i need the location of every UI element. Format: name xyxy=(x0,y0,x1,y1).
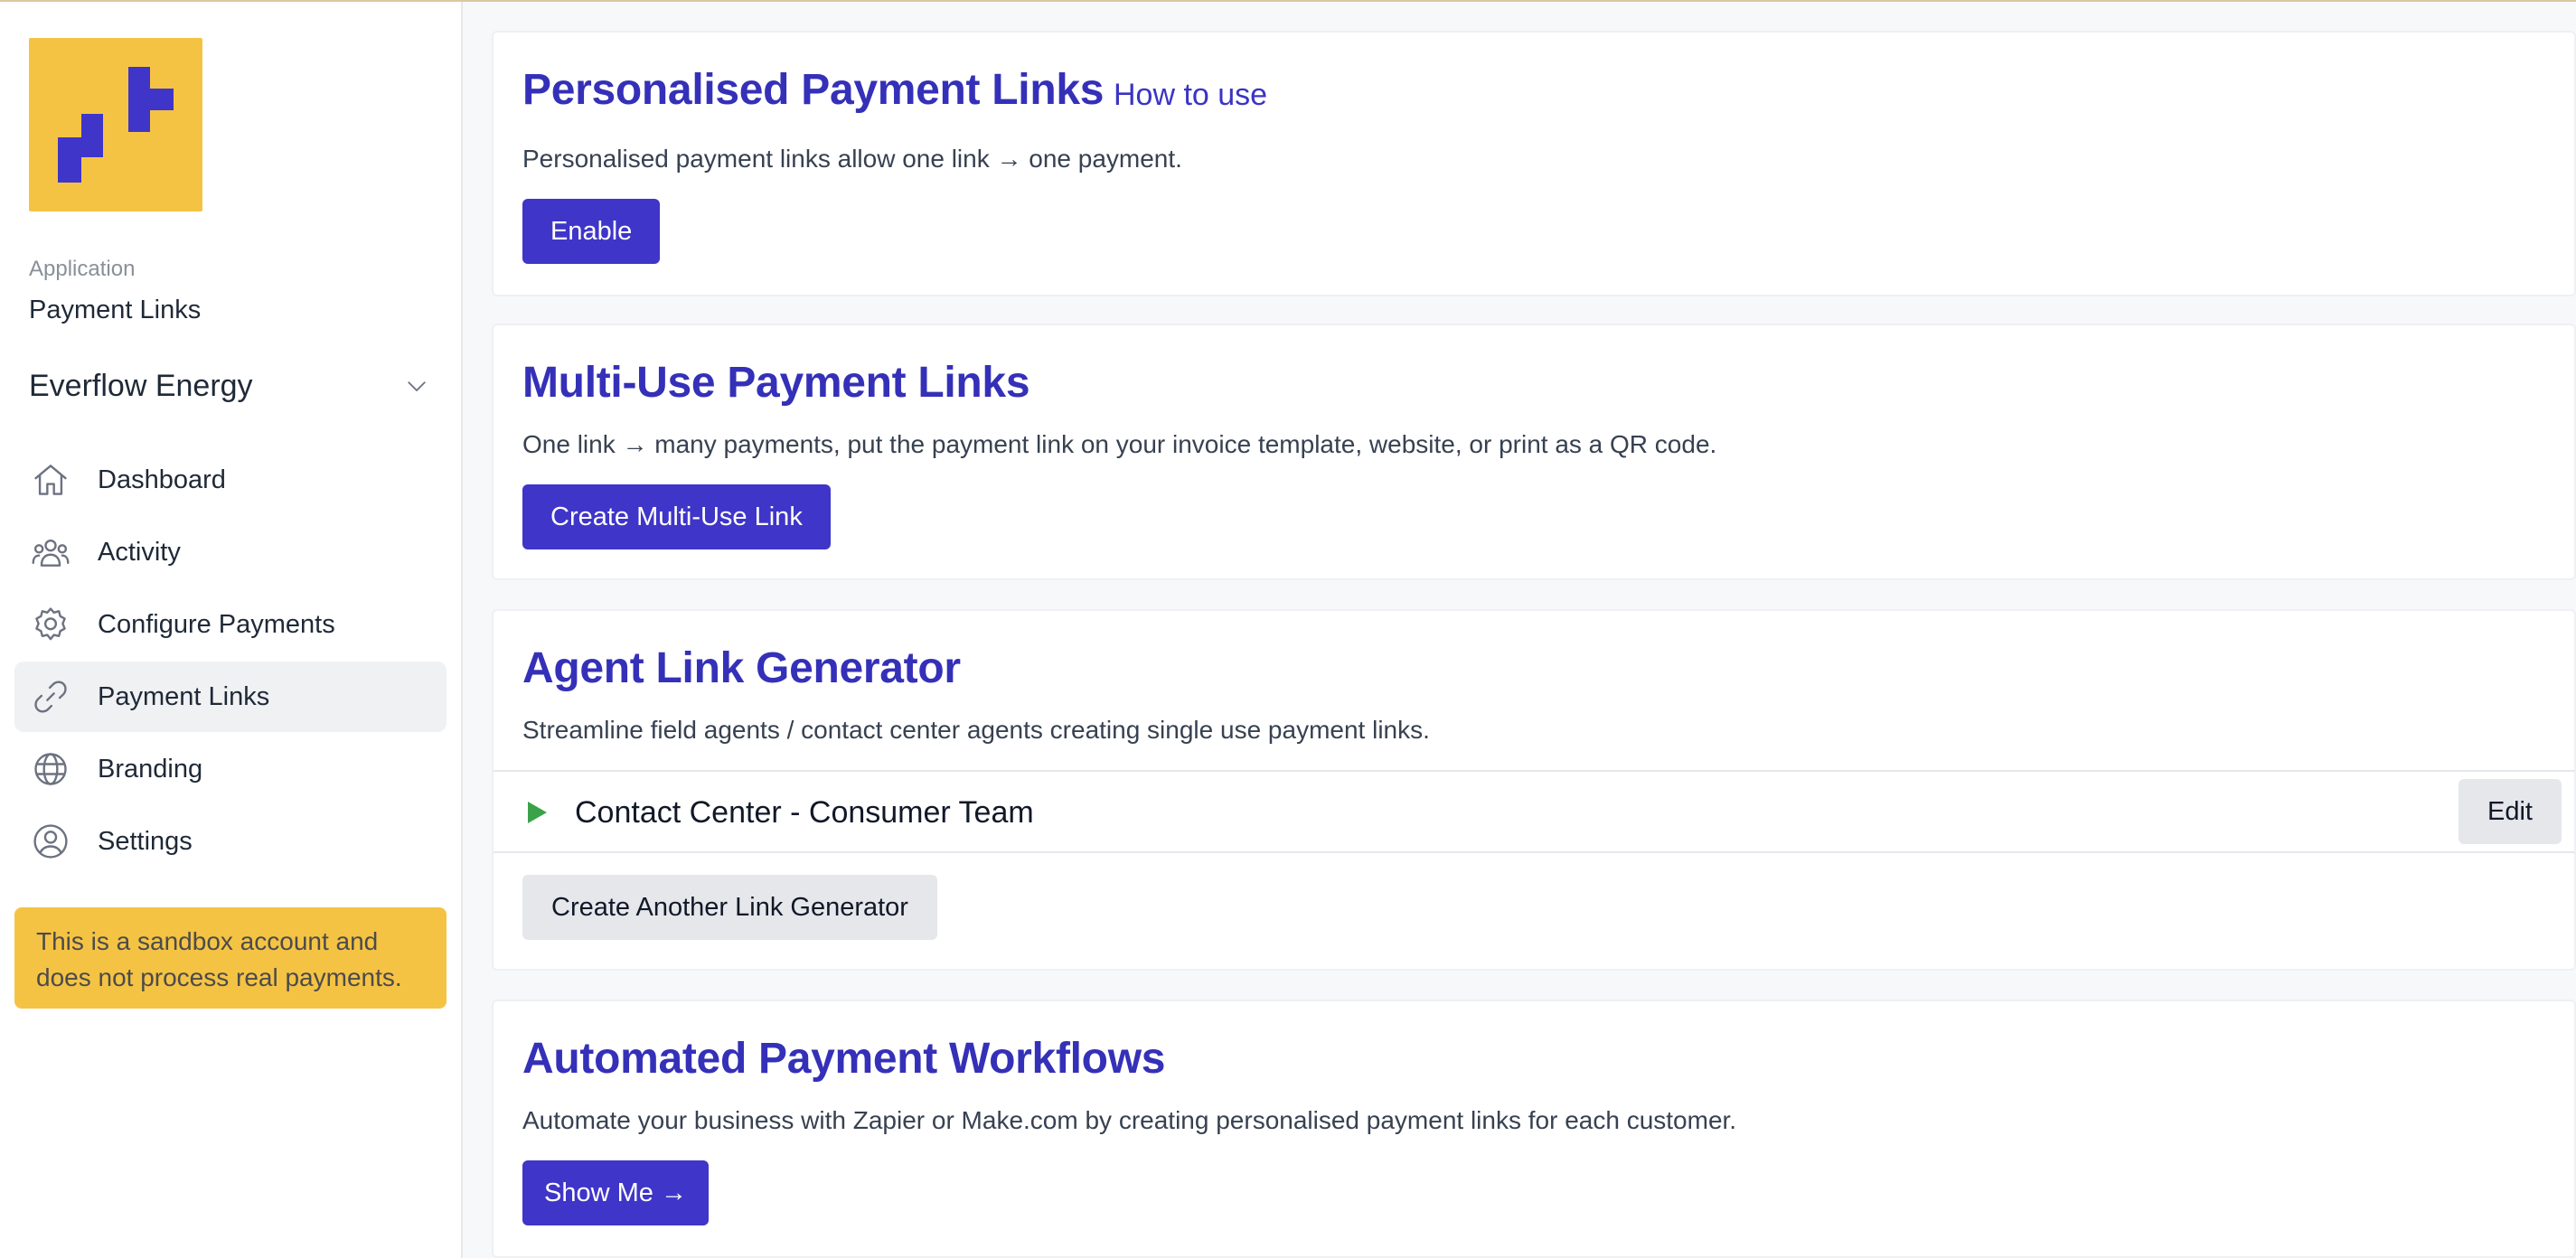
gear-icon xyxy=(35,607,66,641)
globe-icon xyxy=(34,753,67,785)
organization-selector[interactable]: Everflow Energy xyxy=(29,361,436,410)
link-generator-row[interactable]: Contact Center - Consumer Team Edit xyxy=(494,770,2574,853)
sidebar-item-activity[interactable]: Activity xyxy=(14,517,447,587)
sidebar-item-label: Dashboard xyxy=(98,465,226,494)
chevron-down-icon xyxy=(408,381,426,391)
app-logo[interactable] xyxy=(29,38,202,211)
personalised-links-description: Personalised payment links allow one lin… xyxy=(522,145,1182,173)
sidebar-item-configure-payments[interactable]: Configure Payments xyxy=(14,589,447,660)
sidebar-item-branding[interactable]: Branding xyxy=(14,734,447,804)
how-to-use-link[interactable]: How to use xyxy=(1114,78,1267,113)
personalised-links-card: Personalised Payment Links How to use Pe… xyxy=(492,31,2576,296)
automated-workflows-title: Automated Payment Workflows xyxy=(522,1035,1166,1083)
multi-use-links-description: One link → many payments, put the paymen… xyxy=(522,430,1717,458)
sidebar-item-label: Settings xyxy=(98,826,193,856)
sidebar-item-label: Configure Payments xyxy=(98,609,335,639)
sidebar-item-payment-links[interactable]: Payment Links xyxy=(14,662,447,732)
logo-mark-icon xyxy=(58,67,174,183)
sidebar-nav: Dashboard Activity Configure Payments Pa… xyxy=(14,445,447,878)
create-link-generator-button[interactable]: Create Another Link Generator xyxy=(522,875,937,940)
users-icon xyxy=(32,539,70,567)
edit-button[interactable]: Edit xyxy=(2458,779,2562,844)
sandbox-notice: This is a sandbox account and does not p… xyxy=(14,907,447,1009)
agent-link-generator-card: Agent Link Generator Streamline field ag… xyxy=(492,609,2576,971)
sidebar-item-dashboard[interactable]: Dashboard xyxy=(14,445,447,515)
user-circle-icon xyxy=(33,824,68,859)
app-caption: Application xyxy=(29,257,136,281)
link-icon xyxy=(34,681,67,713)
automated-workflows-description: Automate your business with Zapier or Ma… xyxy=(522,1106,1737,1134)
automated-workflows-card: Automated Payment Workflows Automate you… xyxy=(492,1000,2576,1258)
sidebar-item-label: Activity xyxy=(98,537,181,567)
sidebar-item-label: Payment Links xyxy=(98,681,270,711)
multi-use-links-card: Multi-Use Payment Links One link → many … xyxy=(492,324,2576,580)
multi-use-links-title: Multi-Use Payment Links xyxy=(522,359,1030,407)
app-name: Payment Links xyxy=(29,296,202,324)
organization-name: Everflow Energy xyxy=(29,368,253,403)
agent-link-generator-description: Streamline field agents / contact center… xyxy=(522,716,1430,744)
show-me-button[interactable]: Show Me → xyxy=(522,1160,709,1225)
sidebar: Application Payment Links Everflow Energ… xyxy=(0,2,463,1258)
create-multi-use-link-button[interactable]: Create Multi-Use Link xyxy=(522,484,831,549)
agent-link-generator-title: Agent Link Generator xyxy=(522,644,961,692)
sidebar-item-label: Branding xyxy=(98,754,203,784)
play-icon[interactable] xyxy=(526,801,548,824)
sidebar-item-settings[interactable]: Settings xyxy=(14,806,447,877)
link-generator-name: Contact Center - Consumer Team xyxy=(575,795,1034,830)
personalised-links-title: Personalised Payment Links xyxy=(522,66,1105,114)
enable-button[interactable]: Enable xyxy=(522,199,661,264)
home-icon xyxy=(34,465,67,495)
